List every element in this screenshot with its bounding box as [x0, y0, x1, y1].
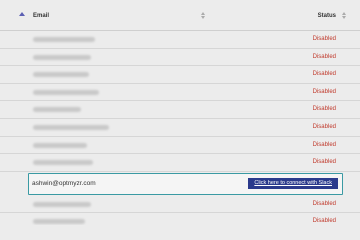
table-row: Disabled: [0, 101, 360, 119]
redacted-email: [33, 124, 109, 130]
redacted-email: [33, 89, 99, 95]
status-badge: Disabled: [312, 88, 336, 95]
column-header-email[interactable]: Email: [33, 13, 49, 19]
table-row: Disabled: [0, 119, 360, 137]
table-row: Disabled: [0, 31, 360, 49]
table-row: Disabled: [0, 137, 360, 155]
table-row: Disabled: [0, 196, 360, 214]
sort-toggle-icon[interactable]: [201, 12, 206, 20]
table-body: Disabled Disabled Disabled Disabled Disa…: [0, 31, 360, 225]
redacted-email: [33, 160, 93, 166]
table-row: Disabled: [0, 213, 360, 225]
table-row: Disabled: [0, 84, 360, 102]
status-badge: Disabled: [312, 159, 336, 166]
redacted-email: [33, 107, 81, 113]
status-badge: Disabled: [312, 123, 336, 130]
column-header-status[interactable]: Status: [318, 13, 336, 19]
connect-slack-button[interactable]: Click here to connect with Slack: [248, 177, 338, 189]
redacted-email: [33, 219, 85, 225]
users-page: Email Status Disabled Disabled Disabled …: [0, 0, 360, 225]
user-email: ashwin@optmyzr.com: [32, 179, 96, 187]
table-row-highlighted: ashwin@optmyzr.com Click here to connect…: [28, 172, 343, 195]
table-row: Disabled: [0, 49, 360, 67]
status-badge: Disabled: [312, 53, 336, 60]
status-badge: Disabled: [312, 141, 336, 148]
status-badge: Disabled: [312, 36, 336, 42]
sort-toggle-icon[interactable]: [342, 12, 347, 20]
table-row: Disabled: [0, 66, 360, 84]
status-badge: Disabled: [312, 200, 336, 207]
redacted-email: [33, 72, 89, 78]
status-badge: Disabled: [312, 218, 336, 225]
table-row: Disabled: [0, 154, 360, 172]
status-badge: Disabled: [312, 71, 336, 78]
table-header: Email Status: [0, 0, 360, 31]
redacted-email: [33, 37, 95, 42]
redacted-email: [33, 201, 91, 207]
sort-ascending-icon[interactable]: [19, 12, 25, 16]
redacted-email: [33, 54, 91, 60]
status-badge: Disabled: [312, 106, 336, 113]
redacted-email: [33, 142, 87, 148]
